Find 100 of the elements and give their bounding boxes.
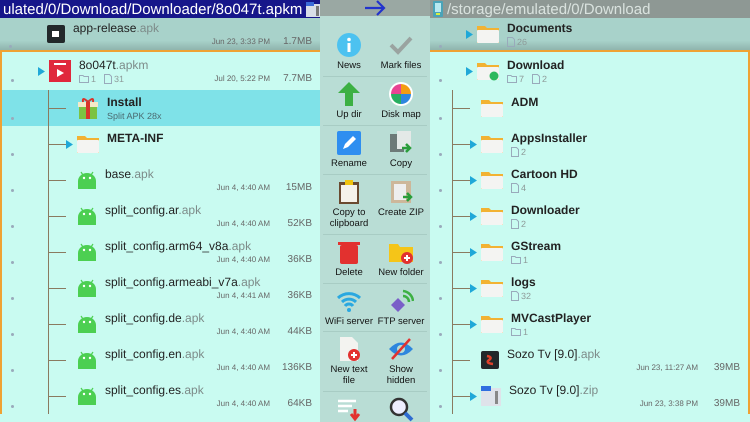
- swap-button[interactable]: [320, 0, 430, 16]
- expand-icon[interactable]: [38, 66, 45, 76]
- find-icon: [388, 396, 414, 422]
- folder-outline-icon: [79, 74, 89, 82]
- file-name: split_config.armeabi_v7a.apk: [105, 275, 262, 289]
- tool-button[interactable]: Create ZIP: [375, 174, 427, 235]
- folder-icon: [481, 134, 503, 154]
- expand-icon[interactable]: [470, 284, 477, 292]
- tool-button[interactable]: News: [323, 28, 375, 77]
- android-icon: [77, 386, 97, 406]
- file-row[interactable]: Downloader 2: [430, 198, 750, 234]
- file-size: 7.7MB: [282, 73, 312, 84]
- file-count: 32: [511, 290, 532, 300]
- file-name: MVCastPlayer: [511, 311, 592, 325]
- file-name: Download: [507, 58, 566, 72]
- file-outline-icon: [532, 74, 540, 84]
- file-row[interactable]: MVCastPlayer 1: [430, 306, 750, 342]
- tool-button[interactable]: FTP server: [375, 284, 427, 332]
- folder-icon: [477, 61, 499, 81]
- tool-button[interactable]: WiFi server: [323, 284, 375, 332]
- folder-icon: [77, 134, 99, 154]
- file-name: 8o047t.apkm: [79, 58, 150, 72]
- expand-icon[interactable]: [470, 392, 477, 400]
- expand-icon[interactable]: [470, 176, 477, 184]
- file-size: 36KB: [286, 254, 312, 265]
- file-date: Jul 20, 5:22 PM: [214, 74, 270, 83]
- file-date: Jun 23, 3:38 PM: [640, 399, 698, 408]
- expand-icon[interactable]: [470, 320, 477, 328]
- file-row[interactable]: Sozo Tv [9.0].zip Jun 23, 3:38 PM 39MB: [430, 378, 750, 414]
- file-row[interactable]: ADM: [430, 90, 750, 126]
- arrow-icon: [364, 0, 386, 16]
- android-icon: [77, 314, 97, 334]
- file-name: Cartoon HD: [511, 167, 579, 181]
- file-name: META-INF: [107, 131, 164, 145]
- tool-button[interactable]: Mark files: [375, 28, 427, 77]
- file-row[interactable]: logs 32: [430, 270, 750, 306]
- expand-icon[interactable]: [466, 30, 473, 38]
- folder-icon: [477, 24, 499, 44]
- file-name: split_config.en.apk: [105, 347, 206, 361]
- file-size: 36KB: [286, 290, 312, 301]
- folder-count: 1: [511, 326, 528, 336]
- file-row[interactable]: AppsInstaller 2: [430, 126, 750, 162]
- tool-button[interactable]: New folder: [375, 234, 427, 284]
- file-size: 1.7MB: [282, 36, 312, 47]
- tool-button[interactable]: Delete: [323, 234, 375, 284]
- file-row[interactable]: app-release.apk Jun 23, 3:33 PM 1.7MB: [0, 18, 320, 50]
- android-icon: [77, 278, 97, 298]
- app-icon: [481, 351, 499, 369]
- expand-icon[interactable]: [66, 140, 73, 148]
- file-name: split_config.ar.apk: [105, 203, 202, 217]
- file-name: split_config.arm64_v8a.apk: [105, 239, 252, 253]
- file-row[interactable]: Cartoon HD 4: [430, 162, 750, 198]
- expand-icon[interactable]: [470, 212, 477, 220]
- expand-icon[interactable]: [466, 66, 473, 76]
- file-outline-icon: [104, 74, 112, 84]
- file-size: 136KB: [280, 362, 312, 373]
- expand-icon[interactable]: [470, 248, 477, 256]
- file-count: 2: [532, 74, 548, 84]
- folder-count: 1: [79, 74, 96, 84]
- file-name: Sozo Tv [9.0].apk: [507, 347, 602, 361]
- file-name: Downloader: [511, 203, 581, 217]
- rename-icon: [336, 130, 362, 156]
- file-name: AppsInstaller: [511, 131, 588, 145]
- file-size: 52KB: [286, 218, 312, 229]
- file-name: split_config.de.apk: [105, 311, 206, 325]
- file-count: 4: [511, 182, 526, 192]
- file-size: 39MB: [712, 362, 740, 373]
- file-row[interactable]: Sozo Tv [9.0].apk Jun 23, 11:27 AM 39MB: [430, 342, 750, 378]
- tool-button[interactable]: Show hidden: [375, 332, 427, 392]
- file-name: logs: [511, 275, 537, 289]
- file-row[interactable]: Install Split APK 28x: [0, 90, 320, 126]
- file-name: Sozo Tv [9.0].zip: [509, 383, 600, 397]
- file-name: GStream: [511, 239, 562, 253]
- file-date: Jun 23, 11:27 AM: [636, 363, 698, 372]
- folder-outline-icon: [507, 74, 517, 82]
- tool-button[interactable]: Copy to clipboard: [323, 174, 375, 235]
- folder-count: 7: [507, 74, 524, 84]
- news-icon: [336, 32, 362, 58]
- tool-button[interactable]: Rename: [323, 126, 375, 175]
- file-size: 64KB: [286, 398, 312, 409]
- file-name: app-release.apk: [73, 21, 160, 35]
- tool-button[interactable]: New text file: [323, 332, 375, 392]
- file-count: 2: [511, 218, 526, 228]
- file-date: Jun 4, 4:40 AM: [216, 399, 270, 408]
- android-icon: [77, 206, 97, 226]
- file-outline-icon: [507, 36, 515, 46]
- expand-icon[interactable]: [470, 140, 477, 148]
- file-row[interactable]: Documents 26: [430, 18, 750, 50]
- tool-button[interactable]: Copy: [375, 126, 427, 175]
- tool-button[interactable]: Disk map: [375, 76, 427, 126]
- file-outline-icon: [511, 290, 519, 300]
- tool-button[interactable]: Up dir: [323, 76, 375, 126]
- android-icon: [77, 350, 97, 370]
- file-row[interactable]: Download 7 2: [430, 52, 750, 90]
- path-bar[interactable]: ulated/0/Download/Downloader/8o047t.apkm: [0, 0, 320, 18]
- file-name: ADM: [511, 95, 540, 109]
- folder-icon: [481, 242, 503, 262]
- file-outline-icon: [511, 218, 519, 228]
- file-name: Documents: [507, 21, 574, 35]
- file-row[interactable]: GStream 1: [430, 234, 750, 270]
